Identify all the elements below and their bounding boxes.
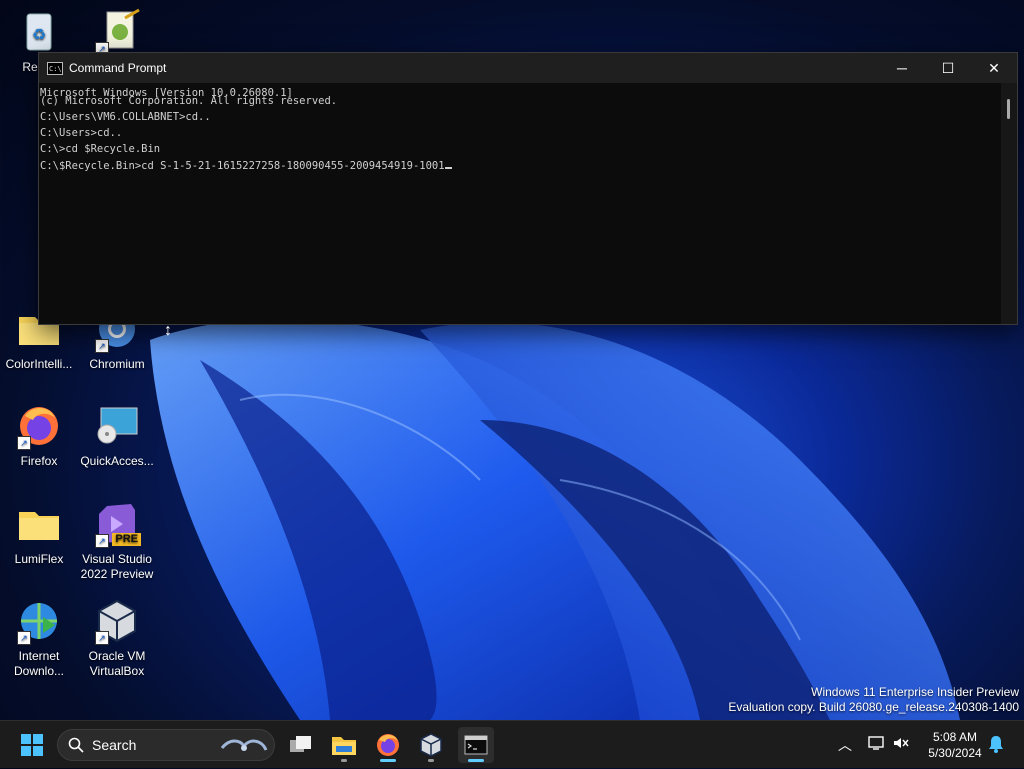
running-indicator	[380, 759, 396, 762]
desktop-icon-visual-studio[interactable]: ↗ PRE Visual Studio 2022 Preview	[78, 500, 156, 582]
desktop-icon-label-line1: Internet	[18, 649, 60, 663]
console-line: C:\Users\VM6.COLLABNET>cd..	[40, 111, 211, 123]
maximize-button[interactable]: ☐	[925, 53, 971, 83]
window-titlebar[interactable]: C:\ Command Prompt ─ ☐ ✕	[39, 53, 1017, 83]
search-icon	[68, 737, 84, 753]
taskbar-clock[interactable]: 5:08 AM 5/30/2024	[917, 729, 993, 761]
desktop-icon-lumiflex[interactable]: LumiFlex	[0, 500, 78, 567]
close-icon: ✕	[988, 59, 1000, 76]
active-indicator	[468, 759, 484, 762]
windows-logo-icon	[21, 734, 43, 756]
taskbar-search-box[interactable]: Search	[57, 729, 275, 761]
network-button[interactable]	[864, 735, 890, 756]
task-view-button[interactable]	[283, 727, 319, 763]
search-highlight-image-icon	[220, 739, 268, 751]
clock-time: 5:08 AM	[932, 730, 978, 744]
desktop-icon-virtualbox[interactable]: ↗ Oracle VM VirtualBox	[78, 597, 156, 679]
pre-badge: PRE	[112, 533, 141, 546]
shortcut-arrow-icon: ↗	[95, 631, 109, 645]
desktop-icon-label-line2: 2022 Preview	[80, 567, 154, 581]
desktop-icon-internet-download-manager[interactable]: ↗ Internet Downlo...	[0, 597, 78, 679]
search-placeholder: Search	[92, 737, 137, 753]
desktop-icon-quickaccess[interactable]: QuickAcces...	[78, 402, 156, 469]
taskbar-virtualbox[interactable]	[413, 727, 449, 763]
desktop-icon-firefox[interactable]: ↗ Firefox	[0, 402, 78, 469]
minimize-button[interactable]: ─	[879, 53, 925, 83]
shortcut-arrow-icon: ↗	[17, 631, 31, 645]
shortcut-arrow-icon: ↗	[95, 339, 109, 353]
close-button[interactable]: ✕	[971, 53, 1017, 83]
notifications-button[interactable]	[986, 735, 1006, 755]
svg-text:♻: ♻	[32, 27, 46, 44]
desktop-icon-label: ColorIntelli...	[5, 357, 73, 371]
desktop-icon-label-line1: Oracle VM	[88, 649, 146, 663]
start-button[interactable]	[14, 727, 50, 763]
scrollbar-thumb[interactable]	[1007, 99, 1010, 119]
console-output[interactable]: Microsoft Windows [Version 10.0.26080.1]…	[39, 83, 1001, 324]
vertical-scrollbar[interactable]	[1001, 83, 1017, 324]
system-tray: ︿	[834, 721, 912, 769]
notepad-plus-icon: ↗	[93, 8, 141, 56]
desktop-icon-label: Firefox	[20, 454, 58, 468]
desktop-icon-label-line1: Visual Studio	[82, 552, 152, 566]
running-indicator	[428, 759, 434, 762]
recycle-bin-icon: ♻	[15, 8, 63, 56]
desktop-icon-label-line2: VirtualBox	[89, 664, 145, 678]
console-line: C:\Users>cd..	[40, 127, 123, 139]
visual-studio-icon: ↗ PRE	[93, 500, 141, 548]
taskbar-command-prompt[interactable]	[458, 727, 494, 763]
virtualbox-icon	[420, 733, 442, 757]
command-prompt-icon	[464, 735, 488, 755]
quickaccess-icon	[93, 402, 141, 450]
console-input-line[interactable]: C:\$Recycle.Bin>cd S-1-5-21-1615227258-1…	[40, 157, 1001, 173]
virtualbox-icon: ↗	[93, 597, 141, 645]
firefox-icon: ↗	[15, 402, 63, 450]
volume-muted-icon	[894, 737, 909, 748]
windows-watermark: Windows 11 Enterprise Insider Preview Ev…	[728, 685, 1019, 715]
watermark-build: Evaluation copy. Build 26080.ge_release.…	[728, 700, 1019, 714]
globe-download-icon: ↗	[15, 597, 63, 645]
network-icon	[868, 735, 884, 750]
command-prompt-window[interactable]: C:\ Command Prompt ─ ☐ ✕ Microsoft Windo…	[38, 52, 1018, 325]
desktop-icon-label: Chromium	[89, 357, 145, 371]
shortcut-arrow-icon: ↗	[95, 534, 109, 548]
minimize-icon: ─	[897, 60, 907, 76]
text-cursor	[444, 157, 452, 169]
volume-button[interactable]	[890, 735, 912, 756]
command-prompt-icon: C:\	[47, 61, 63, 75]
taskbar-firefox[interactable]	[370, 727, 406, 763]
desktop-icon-label: QuickAcces...	[80, 454, 154, 468]
taskbar: Search ︿ 5:08 AM 5/30/2024	[0, 720, 1024, 768]
console-line: C:\>cd $Recycle.Bin	[40, 143, 161, 155]
running-indicator	[341, 759, 347, 762]
firefox-icon	[377, 734, 399, 756]
file-explorer-icon	[332, 737, 356, 755]
resize-cursor-icon: ↕	[164, 322, 172, 339]
desktop-icon-label: LumiFlex	[14, 552, 64, 566]
console-line: (c) Microsoft Corporation. All rights re…	[40, 95, 338, 107]
desktop-icon-label-line2: Downlo...	[13, 664, 65, 678]
window-title: Command Prompt	[69, 61, 167, 75]
shortcut-arrow-icon: ↗	[17, 436, 31, 450]
taskbar-file-explorer[interactable]	[326, 727, 362, 763]
console-line: C:\$Recycle.Bin>cd S-1-5-21-1615227258-1…	[40, 160, 445, 172]
bell-icon	[989, 736, 1003, 753]
clock-date: 5/30/2024	[928, 746, 982, 760]
task-view-icon	[290, 736, 311, 752]
folder-icon	[15, 500, 63, 548]
console-line: Microsoft Windows [Version 10.0.26080.1]	[40, 87, 293, 99]
show-hidden-icons-button[interactable]: ︿	[834, 735, 856, 755]
chevron-up-icon: ︿	[838, 737, 852, 753]
maximize-icon: ☐	[941, 59, 955, 76]
watermark-edition: Windows 11 Enterprise Insider Preview	[811, 685, 1019, 699]
